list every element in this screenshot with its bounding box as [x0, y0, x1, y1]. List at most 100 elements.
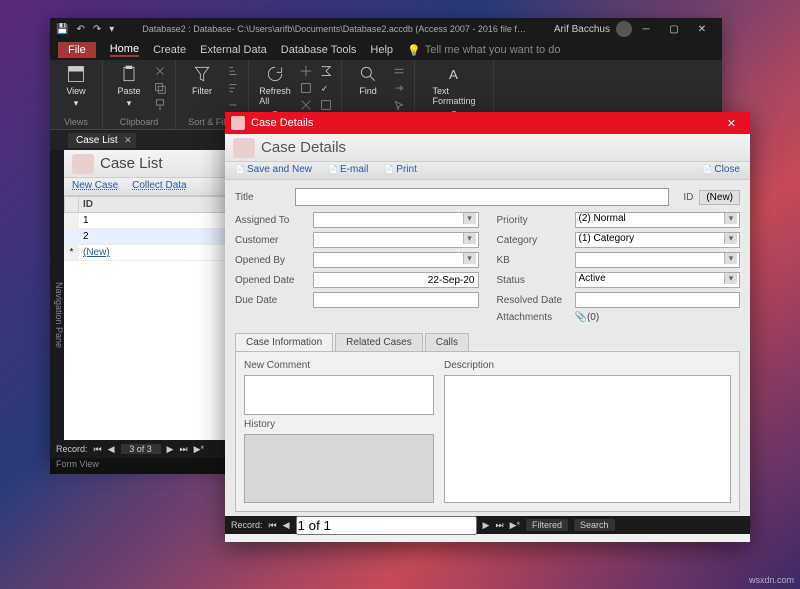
navigation-pane-collapsed[interactable]: Navigation Pane — [50, 150, 64, 440]
title-input[interactable] — [295, 188, 669, 206]
description-textarea[interactable] — [444, 375, 731, 503]
save-icon[interactable]: 💾 — [56, 24, 68, 35]
tab-related-cases[interactable]: Related Cases — [335, 333, 423, 351]
maximize-button[interactable]: ▢ — [660, 24, 688, 35]
more-records-icon[interactable] — [319, 98, 333, 112]
collect-data-link[interactable]: Collect Data — [132, 180, 186, 193]
tab-help[interactable]: Help — [370, 44, 393, 56]
save-record-icon[interactable] — [299, 81, 313, 95]
case-list-title: Case List — [100, 155, 163, 172]
sort-asc-icon[interactable] — [226, 64, 240, 78]
select-icon[interactable] — [392, 98, 406, 112]
details-close-button[interactable]: ✕ — [719, 115, 744, 132]
refresh-all-button[interactable]: Refresh All▾ — [257, 64, 293, 119]
minimize-button[interactable]: ─ — [632, 24, 660, 35]
find-button[interactable]: Find — [350, 64, 386, 96]
details-prev-record-button[interactable]: ◀ — [283, 520, 290, 531]
close-link[interactable]: Close — [702, 164, 740, 177]
last-record-button[interactable]: ⏭ — [179, 444, 187, 455]
new-comment-label: New Comment — [244, 360, 434, 371]
tab-create[interactable]: Create — [153, 44, 186, 56]
sort-desc-icon[interactable] — [226, 81, 240, 95]
new-record-nav-button[interactable]: ▶* — [194, 444, 204, 455]
filtered-indicator[interactable]: Filtered — [526, 519, 568, 531]
email-link[interactable]: E-mail — [328, 164, 368, 177]
due-date-input[interactable] — [313, 292, 479, 308]
new-record-icon[interactable] — [299, 64, 313, 78]
new-row-marker[interactable]: * — [65, 245, 79, 261]
opened-date-input[interactable] — [313, 272, 479, 288]
opened-by-combo[interactable] — [313, 252, 479, 268]
close-tab-icon[interactable]: ✕ — [124, 135, 132, 146]
details-new-record-nav-button[interactable]: ▶* — [510, 520, 520, 531]
filter-button[interactable]: Filter — [184, 64, 220, 96]
search-box[interactable]: Search — [574, 519, 615, 531]
spelling-icon[interactable]: ✓ — [319, 81, 333, 95]
details-record-position-input[interactable] — [296, 516, 477, 535]
kb-combo[interactable] — [575, 252, 741, 268]
row-marker[interactable] — [65, 213, 79, 229]
attachments-value[interactable]: 📎(0) — [575, 312, 600, 323]
title-field-label: Title — [235, 192, 289, 203]
opened-date-label: Opened Date — [235, 275, 313, 286]
new-comment-textarea[interactable] — [244, 375, 434, 415]
details-titlebar: Case Details ✕ — [225, 112, 750, 134]
due-date-label: Due Date — [235, 295, 313, 306]
cut-icon[interactable] — [153, 64, 167, 78]
text-formatting-button[interactable]: AText Formatting▾ — [436, 64, 472, 119]
details-next-record-button[interactable]: ▶ — [483, 520, 490, 531]
customer-combo[interactable] — [313, 232, 479, 248]
view-button[interactable]: View▾ — [58, 64, 94, 109]
details-last-record-button[interactable]: ⏭ — [495, 520, 503, 531]
goto-icon[interactable] — [392, 81, 406, 95]
priority-combo[interactable]: (2) Normal — [575, 212, 741, 228]
case-details-window: Case Details ✕ Case Details Save and New… — [225, 112, 750, 542]
tab-file[interactable]: File — [58, 42, 96, 58]
status-combo[interactable]: Active — [575, 272, 741, 288]
new-case-link[interactable]: New Case — [72, 180, 118, 193]
row-marker[interactable] — [65, 229, 79, 245]
tab-calls[interactable]: Calls — [425, 333, 469, 351]
first-record-button[interactable]: ⏮ — [94, 444, 102, 455]
totals-icon[interactable] — [319, 64, 333, 78]
paste-button[interactable]: Paste▾ — [111, 64, 147, 109]
history-textarea[interactable] — [244, 434, 434, 503]
tab-case-information[interactable]: Case Information — [235, 333, 333, 351]
undo-icon[interactable]: ↶ — [76, 24, 84, 35]
row-selector-header[interactable] — [65, 197, 79, 213]
opened-by-label: Opened By — [235, 255, 313, 266]
avatar — [616, 21, 632, 37]
record-position-input[interactable] — [121, 444, 161, 454]
delete-record-icon[interactable] — [299, 98, 313, 112]
quick-access-toolbar: 💾 ↶ ↷ ▾ — [56, 24, 114, 35]
close-button[interactable]: ✕ — [688, 24, 716, 35]
tab-external-data[interactable]: External Data — [200, 44, 267, 56]
tab-home[interactable]: Home — [110, 43, 139, 57]
assigned-to-combo[interactable] — [313, 212, 479, 228]
ribbon-group-clipboard: Paste▾ Clipboard — [103, 60, 176, 129]
prev-record-button[interactable]: ◀ — [108, 444, 115, 455]
resolved-date-input[interactable] — [575, 292, 741, 308]
clipboard-group-label: Clipboard — [120, 117, 159, 127]
remove-sort-icon[interactable] — [226, 98, 240, 112]
new-record-link[interactable]: (New) — [83, 247, 110, 258]
print-link[interactable]: Print — [384, 164, 417, 177]
category-combo[interactable]: (1) Category — [575, 232, 741, 248]
user-account[interactable]: Arif Bacchus — [554, 21, 632, 37]
history-label: History — [244, 419, 434, 430]
watermark: wsxdn.com — [749, 575, 794, 585]
redo-icon[interactable]: ↷ — [93, 24, 101, 35]
document-tab-case-list[interactable]: Case List ✕ — [68, 133, 136, 148]
next-record-button[interactable]: ▶ — [167, 444, 174, 455]
tell-me-search[interactable]: 💡 Tell me what you want to do — [407, 44, 560, 57]
doc-tab-label: Case List — [76, 135, 118, 146]
access-titlebar: 💾 ↶ ↷ ▾ Database2 : Database- C:\Users\a… — [50, 18, 722, 40]
tab-database-tools[interactable]: Database Tools — [281, 44, 357, 56]
save-and-new-link[interactable]: Save and New — [235, 164, 312, 177]
details-win-icon — [231, 116, 245, 130]
details-first-record-button[interactable]: ⏮ — [269, 520, 277, 531]
copy-icon[interactable] — [153, 81, 167, 95]
fields-left-col: Assigned To Customer Opened By Opened Da… — [235, 212, 479, 327]
replace-icon[interactable] — [392, 64, 406, 78]
format-painter-icon[interactable] — [153, 98, 167, 112]
